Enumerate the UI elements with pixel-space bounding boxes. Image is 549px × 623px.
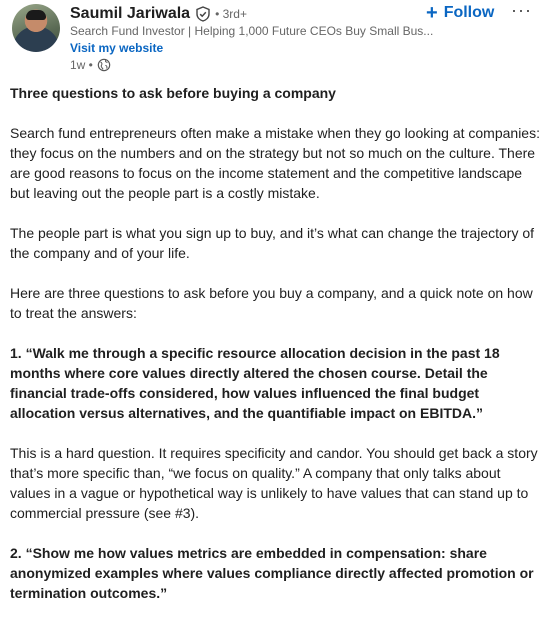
post-title: Three questions to ask before buying a c… (10, 85, 336, 101)
plus-icon: + (426, 2, 438, 24)
more-options-icon[interactable]: ··· (511, 0, 532, 21)
author-name-row: Saumil Jariwala • 3rd+ (70, 4, 247, 24)
question-1: 1. “Walk me through a specific resource … (10, 345, 500, 421)
post-paragraph: Search fund entrepreneurs often make a m… (10, 125, 540, 201)
follow-label: Follow (443, 4, 495, 21)
post-paragraph: This is a hard question. It requires spe… (10, 445, 538, 521)
author-name[interactable]: Saumil Jariwala (70, 5, 190, 23)
post-body: Three questions to ask before buying a c… (10, 83, 540, 623)
post-paragraph: The people part is what you sign up to b… (10, 225, 535, 261)
visit-website-link[interactable]: Visit my website (70, 41, 163, 55)
post-timestamp: 1w • (70, 58, 93, 72)
post-time: 1w • (70, 58, 111, 72)
globe-icon (97, 58, 111, 72)
verified-shield-icon (196, 6, 210, 22)
follow-button[interactable]: + Follow (426, 3, 494, 23)
post-header: Saumil Jariwala • 3rd+ Search Fund Inves… (0, 0, 549, 78)
avatar[interactable] (12, 4, 60, 52)
author-headline: Search Fund Investor | Helping 1,000 Fut… (70, 24, 434, 38)
post-paragraph: Here are three questions to ask before y… (10, 285, 533, 321)
connection-degree: • 3rd+ (215, 7, 247, 21)
question-2: 2. “Show me how values metrics are embed… (10, 545, 534, 601)
